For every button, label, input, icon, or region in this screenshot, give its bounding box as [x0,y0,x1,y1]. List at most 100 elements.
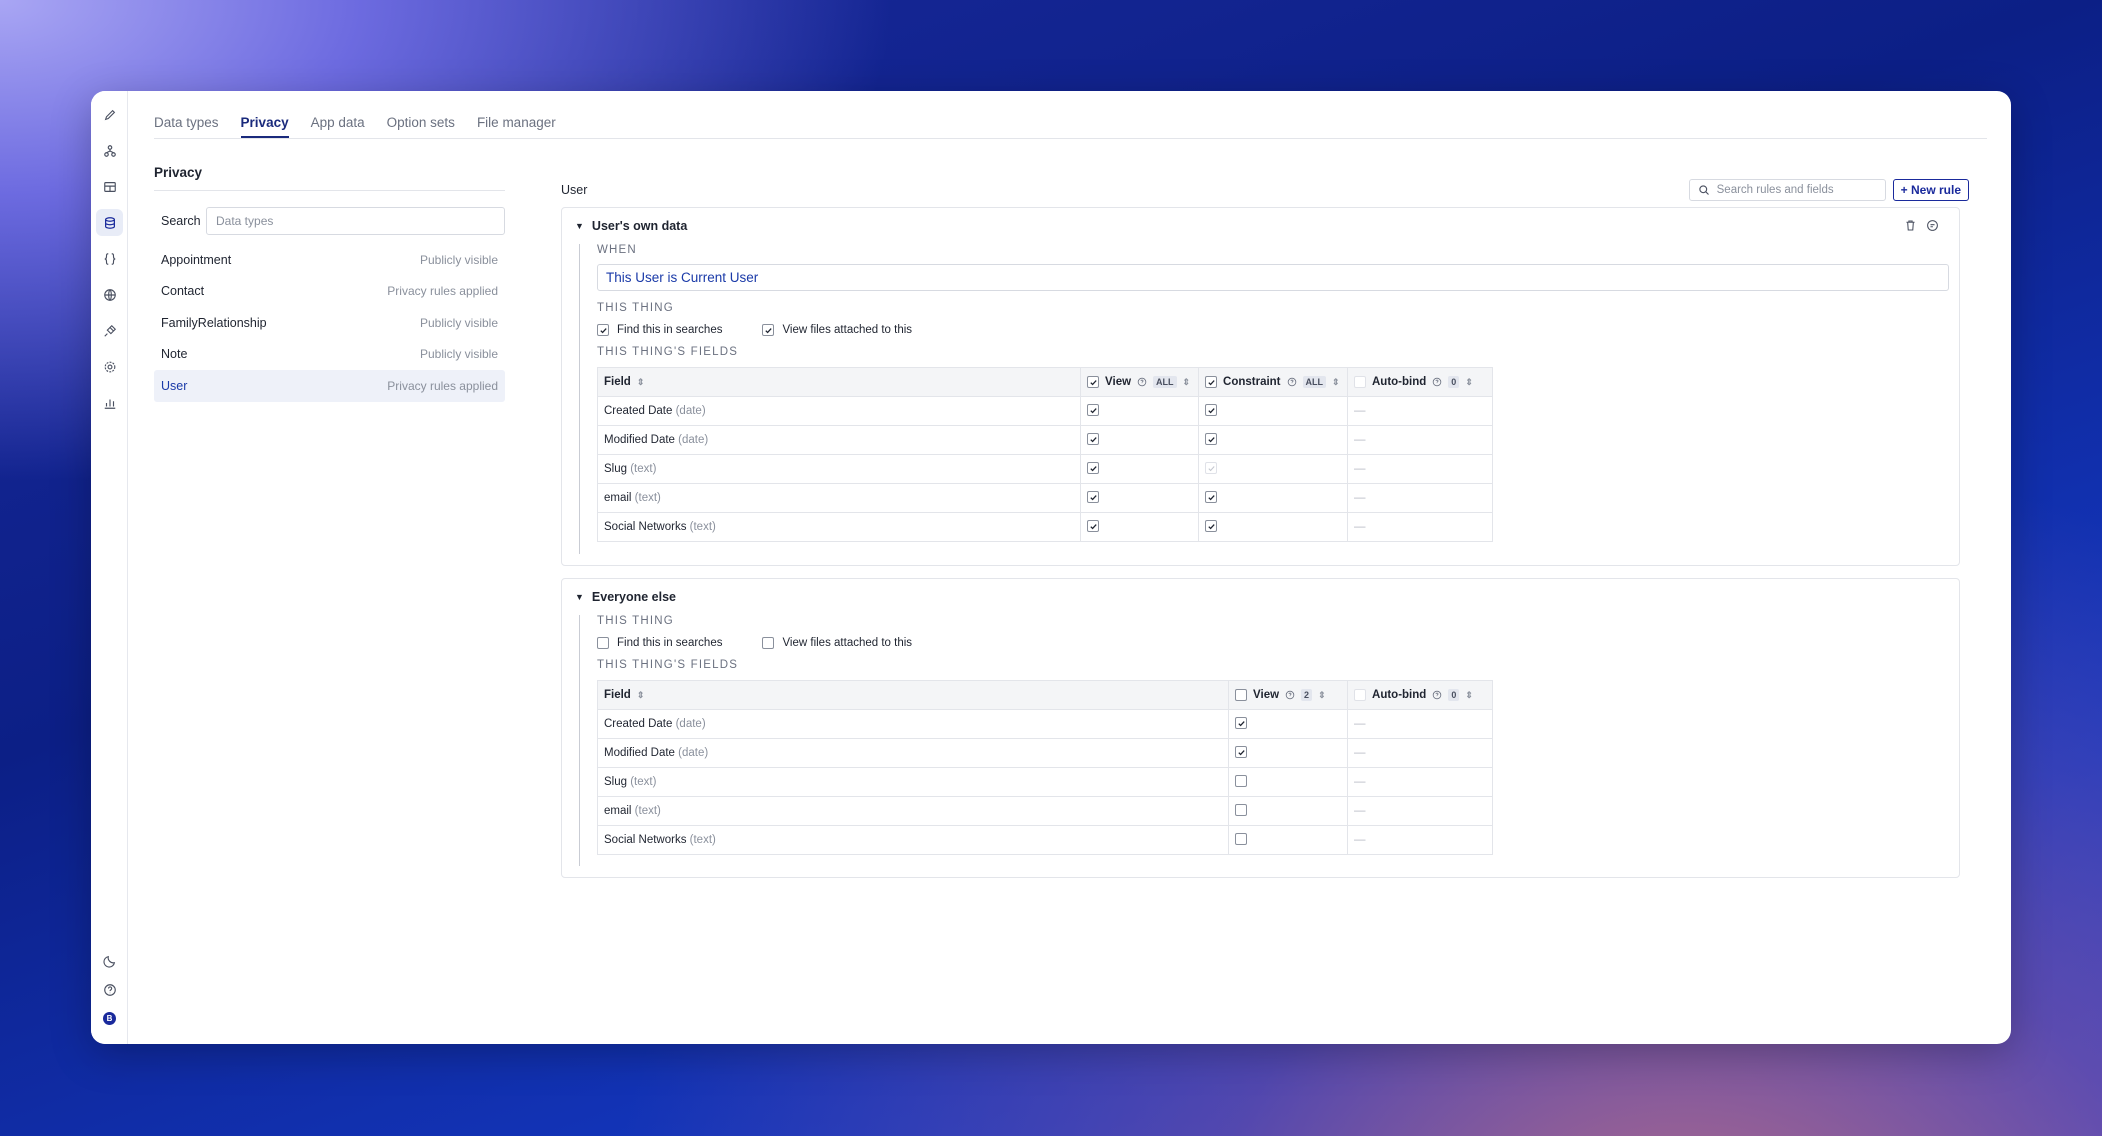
layout-icon[interactable] [96,173,123,200]
view-column-header: View 2 ⇕ [1228,680,1349,710]
field-name: Slug [604,463,628,475]
checked-checkbox[interactable] [1235,717,1248,730]
sort-icon[interactable]: ⇕ [1465,690,1473,701]
autobind-cell: — [1347,767,1493,797]
tab-app-data[interactable]: App data [311,113,365,138]
rule-body: When This User is Current User This thin… [579,244,1949,554]
field-column-header[interactable]: Field ⇕ [596,680,1230,710]
checked-checkbox[interactable] [1087,520,1100,533]
type-item-contact[interactable]: Contact Privacy rules applied [154,276,505,308]
pencil-icon[interactable] [96,101,123,128]
rule-search-input[interactable] [1716,184,1877,196]
view-all-checkbox[interactable] [1087,376,1100,388]
sort-icon[interactable]: ⇕ [637,690,645,701]
view-files-option[interactable]: View files attached to this [762,324,912,336]
view-all-checkbox[interactable] [1235,689,1248,701]
constraint-cell [1198,396,1348,426]
moon-icon[interactable] [96,947,123,974]
find-in-searches-option[interactable]: Find this in searches [597,637,722,649]
when-condition-field[interactable]: This User is Current User [597,264,1949,291]
view-cell [1080,483,1200,513]
find-in-searches-checkbox[interactable] [597,324,609,336]
checked-checkbox[interactable] [1087,404,1100,417]
comment-icon[interactable] [1926,219,1939,232]
checked-checkbox[interactable] [1087,491,1100,504]
when-label: When [597,244,637,256]
checked-checkbox[interactable] [1205,433,1218,446]
autobind-value: — [1354,521,1366,533]
constraint-header-label: Constraint [1223,376,1281,388]
type-search-input[interactable] [206,207,505,235]
info-icon[interactable] [1285,690,1295,700]
type-status: Publicly visible [419,252,498,267]
thing-permissions: Find this in searches View files attache… [597,637,1949,649]
unchecked-checkbox[interactable] [1235,803,1248,816]
database-icon[interactable] [96,209,123,236]
disabled-checkbox[interactable] [1205,462,1218,475]
chart-icon[interactable] [96,389,123,416]
thing-permissions: Find this in searches View files attache… [597,324,1949,336]
info-icon[interactable] [1137,377,1147,387]
tab-file-manager[interactable]: File manager [477,113,556,138]
info-icon[interactable] [1287,377,1297,387]
view-files-checkbox[interactable] [762,637,775,649]
tab-option-sets[interactable]: Option sets [387,113,455,138]
autobind-value: — [1354,492,1366,504]
plug-icon[interactable] [96,317,123,344]
checked-checkbox[interactable] [1205,520,1218,533]
settings-icon[interactable] [96,353,123,380]
rule-search-box[interactable] [1688,179,1886,201]
autobind-all-checkbox[interactable] [1354,376,1366,388]
sort-icon[interactable]: ⇕ [637,377,645,388]
trash-icon[interactable] [1904,219,1917,232]
autobind-count-badge: 0 [1448,376,1460,388]
view-cell [1228,825,1349,855]
type-item-note[interactable]: Note Publicly visible [154,339,505,371]
rule-title: Everyone else [591,590,677,604]
autobind-value: — [1354,747,1366,759]
info-icon[interactable] [1432,690,1442,700]
field-type: (text) [686,521,716,533]
find-in-searches-checkbox[interactable] [597,637,609,649]
sort-icon[interactable]: ⇕ [1183,377,1191,388]
tab-privacy[interactable]: Privacy [240,113,289,138]
find-in-searches-option[interactable]: Find this in searches [597,324,722,336]
type-item-user[interactable]: User Privacy rules applied [154,370,505,402]
type-item-appointment[interactable]: Appointment Publicly visible [154,244,505,276]
help-icon[interactable] [96,976,123,1003]
sort-icon[interactable]: ⇕ [1332,377,1340,388]
checked-checkbox[interactable] [1087,433,1100,446]
view-files-checkbox[interactable] [762,324,775,336]
view-files-label: View files attached to this [782,324,913,336]
view-files-option[interactable]: View files attached to this [762,637,912,649]
search-label: Search [161,214,201,228]
tab-data-types[interactable]: Data types [154,113,219,138]
checked-checkbox[interactable] [1205,491,1218,504]
new-rule-button[interactable]: + New rule [1892,179,1969,201]
checked-checkbox[interactable] [1205,404,1218,417]
field-cell: Social Networks (text) [596,512,1082,542]
sort-icon[interactable]: ⇕ [1318,690,1326,701]
workflow-icon[interactable] [96,137,123,164]
unchecked-checkbox[interactable] [1235,774,1248,787]
sort-icon[interactable]: ⇕ [1465,377,1473,388]
checked-checkbox[interactable] [1087,462,1100,475]
globe-icon[interactable] [96,281,123,308]
fields-table: Field ⇕ View 2 ⇕ Auto-bind 0 ⇕ Created D… [596,680,1493,855]
rule-header[interactable]: ▼ User's own data [575,219,687,233]
constraint-all-checkbox[interactable] [1205,376,1218,388]
data-type-list: Appointment Publicly visible Contact Pri… [154,244,505,402]
field-column-header[interactable]: Field ⇕ [596,367,1082,397]
checked-checkbox[interactable] [1235,746,1248,759]
unchecked-checkbox[interactable] [1235,832,1248,845]
avatar[interactable]: B [96,1005,123,1032]
autobind-column-header: Auto-bind 0 ⇕ [1347,680,1493,710]
braces-icon[interactable] [96,245,123,272]
field-name: email [604,805,632,817]
rule-header[interactable]: ▼ Everyone else [575,590,676,604]
type-name: Appointment [161,252,232,267]
info-icon[interactable] [1432,377,1442,387]
type-item-familyrelationship[interactable]: FamilyRelationship Publicly visible [154,307,505,339]
type-status: Publicly visible [419,347,498,362]
autobind-all-checkbox[interactable] [1354,689,1367,701]
